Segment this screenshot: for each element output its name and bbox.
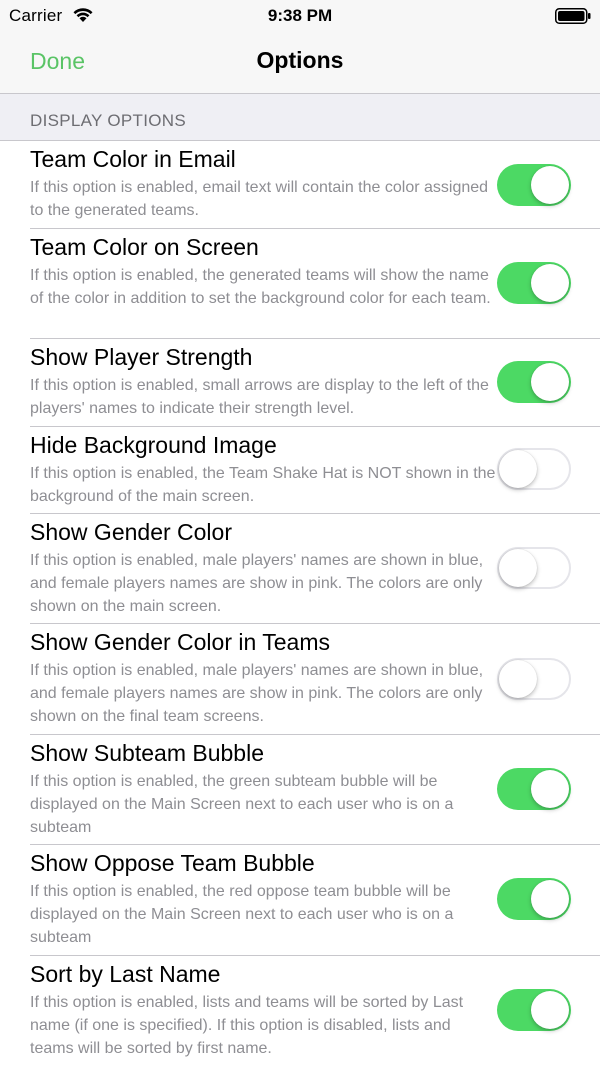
toggle-subteam-bubble[interactable] <box>497 768 571 810</box>
battery-icon <box>555 8 591 24</box>
toggle-player-strength[interactable] <box>497 361 571 403</box>
status-time: 9:38 PM <box>267 6 333 25</box>
section-header-label: DISPLAY OPTIONS <box>30 111 186 130</box>
toggle-knob <box>499 549 537 587</box>
toggle-knob <box>531 991 569 1029</box>
section-header: DISPLAY OPTIONS <box>0 94 600 141</box>
option-title: Sort by Last Name <box>30 961 221 987</box>
toggle-knob <box>499 450 537 488</box>
option-description: If this option is enabled, lists and tea… <box>30 994 464 1057</box>
option-description: If this option is enabled, small arrows … <box>30 377 489 417</box>
option-description: If this option is enabled, male players'… <box>30 662 484 725</box>
option-title: Show Oppose Team Bubble <box>30 850 315 876</box>
toggle-hide-background[interactable] <box>497 448 571 490</box>
option-title: Show Gender Color in Teams <box>30 629 330 655</box>
navigation-bar: Done Options <box>0 32 600 94</box>
option-description: If this option is enabled, email text wi… <box>30 179 489 219</box>
toggle-knob <box>499 660 537 698</box>
option-description: If this option is enabled, male players'… <box>30 552 484 615</box>
toggle-team-color-screen[interactable] <box>497 262 571 304</box>
toggle-sort-last-name[interactable] <box>497 989 571 1031</box>
option-title: Hide Background Image <box>30 432 277 458</box>
option-title: Show Gender Color <box>30 519 232 545</box>
option-title: Team Color on Screen <box>30 234 259 260</box>
toggle-gender-color[interactable] <box>497 547 571 589</box>
toggle-oppose-team-bubble[interactable] <box>497 878 571 920</box>
option-description: If this option is enabled, the Team Shak… <box>30 465 496 505</box>
option-description: If this option is enabled, the generated… <box>30 267 491 307</box>
option-title: Show Player Strength <box>30 344 253 370</box>
toggle-knob <box>531 770 569 808</box>
toggle-gender-color-teams[interactable] <box>497 658 571 700</box>
option-description: If this option is enabled, the red oppos… <box>30 883 454 946</box>
toggle-team-color-email[interactable] <box>497 164 571 206</box>
toggle-knob <box>531 363 569 401</box>
toggle-knob <box>531 264 569 302</box>
page-title: Options <box>256 47 344 73</box>
toggle-knob <box>531 880 569 918</box>
option-title: Show Subteam Bubble <box>30 740 264 766</box>
option-description: If this option is enabled, the green sub… <box>30 773 454 836</box>
status-bar: Carrier 9:38 PM <box>0 0 600 32</box>
option-title: Team Color in Email <box>30 146 236 172</box>
toggle-knob <box>531 166 569 204</box>
